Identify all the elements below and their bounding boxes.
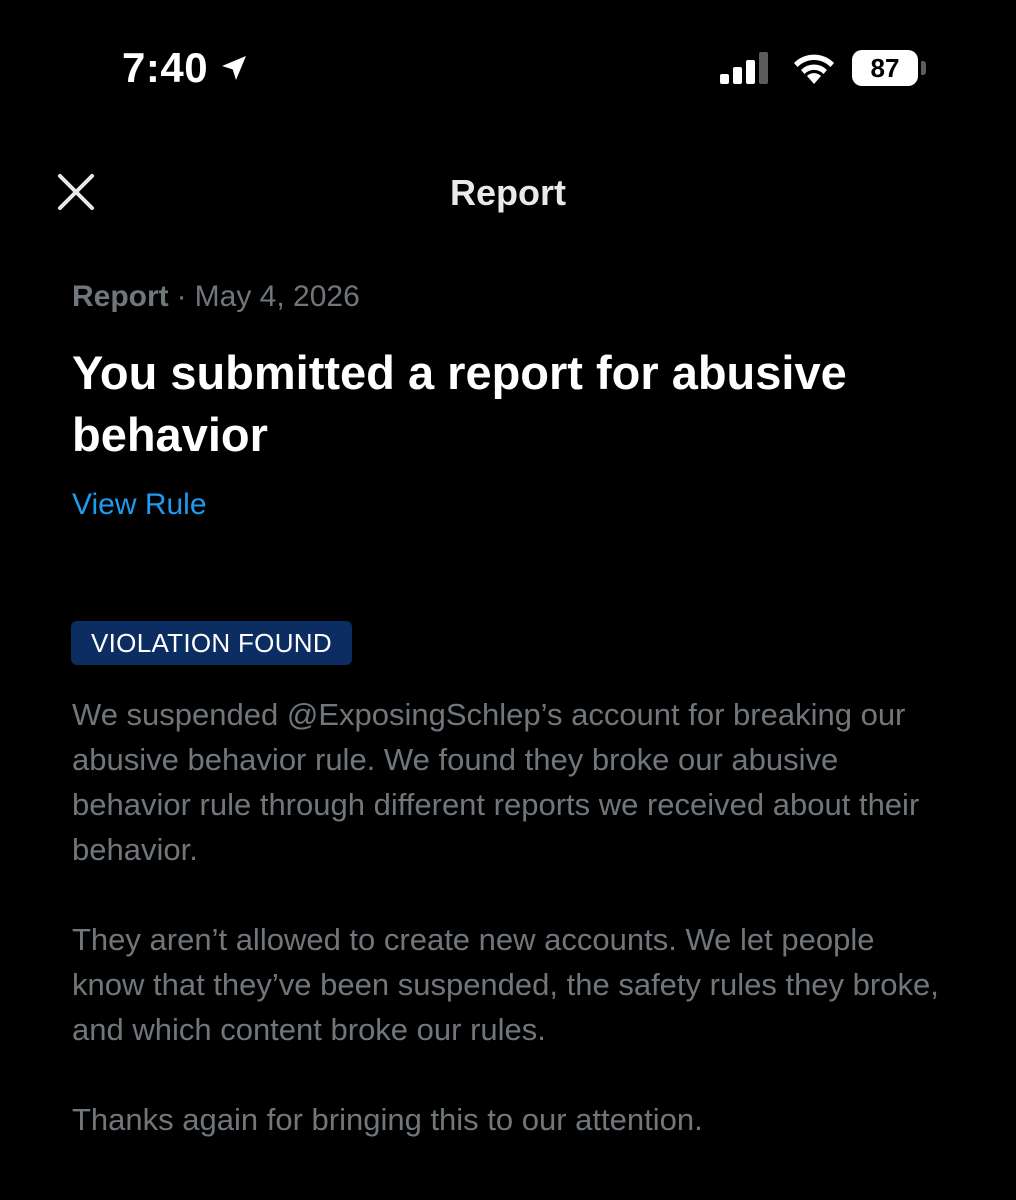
report-body: We suspended @ExposingSchlep’s account f… [72,692,942,1187]
battery-tip [921,61,926,75]
meta-separator: · [176,280,187,313]
battery-icon: 87 [852,50,918,86]
location-arrow-icon [222,56,247,80]
body-paragraph-1: We suspended @ExposingSchlep’s account f… [72,697,920,867]
body-paragraph-2: They aren’t allowed to create new accoun… [72,922,939,1047]
view-rule-link[interactable]: View Rule [72,488,207,522]
status-bar: 7:40 87 [0,0,1016,140]
report-screen: 7:40 87 Report Report · May 4, 2026 You … [0,0,1016,1200]
report-date: May 4, 2026 [194,280,360,313]
page-title: Report [450,172,566,213]
report-headline: You submitted a report for abusive behav… [72,346,847,461]
status-badge: VIOLATION FOUND [71,621,352,665]
body-paragraph-3: Thanks again for bringing this to our at… [72,1102,703,1137]
report-meta: Report · May 4, 2026 [72,280,360,314]
status-time: 7:40 [122,44,209,91]
wifi-icon [794,54,834,84]
status-time-group: 7:40 [122,44,250,92]
battery-level: 87 [870,52,900,83]
report-type-label: Report [72,280,169,313]
cellular-signal-icon [720,52,768,84]
